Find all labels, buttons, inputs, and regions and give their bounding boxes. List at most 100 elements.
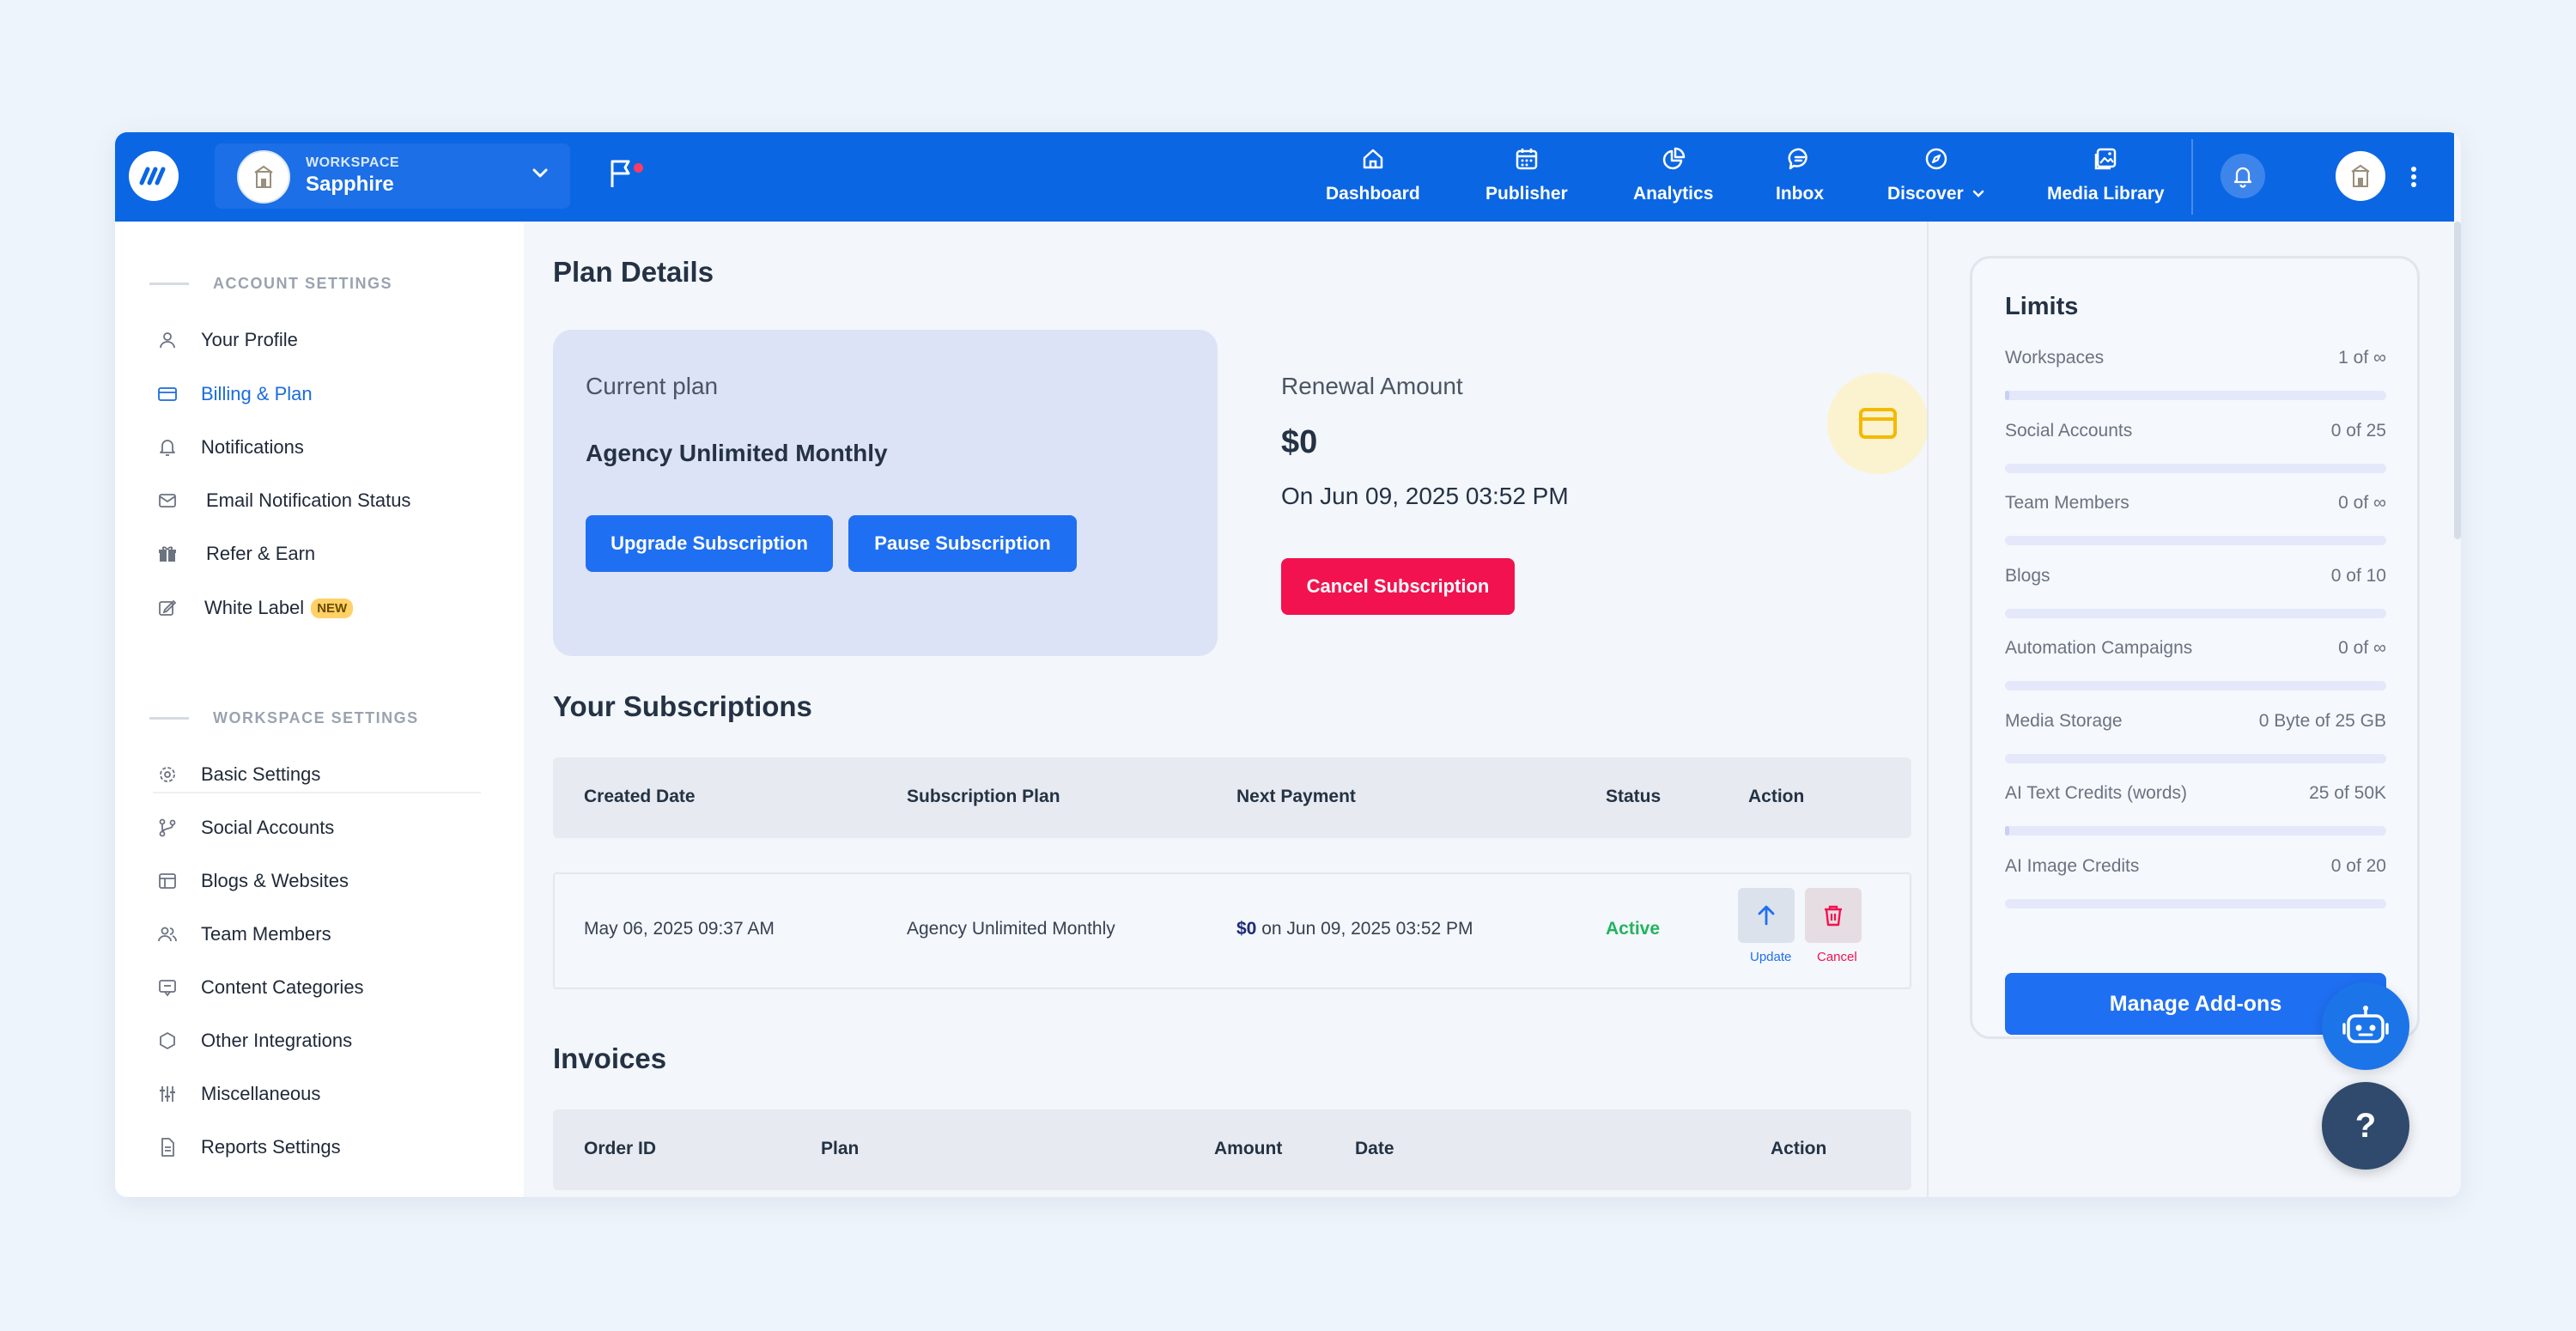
limit-value: 0 of 10	[2330, 565, 2386, 586]
bell-icon	[160, 440, 175, 456]
sidebar-item-label: Your Profile	[201, 329, 298, 350]
limit-value: 25 of 50K	[2309, 783, 2386, 803]
layout-icon	[159, 873, 176, 889]
renewal-amount-value: $0	[1281, 424, 1318, 460]
nav-publisher-label: Publisher	[1485, 184, 1568, 204]
status-badge: Active	[1606, 919, 1661, 939]
nav-dashboard[interactable]: Dashboard	[1326, 143, 1420, 215]
nav-media-library[interactable]: Media Library	[2047, 143, 2165, 215]
bell-icon	[2233, 167, 2252, 188]
sidebar-item-your-profile[interactable]: Your Profile	[155, 323, 298, 357]
sidebar-item-label: Team Members	[201, 923, 331, 945]
sliders-icon	[160, 1086, 175, 1102]
next-payment-date: on Jun 09, 2025 03:52 PM	[1261, 919, 1473, 939]
sidebar-item-team-members[interactable]: Team Members	[155, 917, 331, 951]
user-avatar[interactable]	[2336, 151, 2385, 201]
limit-row: Automation Campaigns 0 of ∞	[2005, 638, 2386, 690]
limit-name: Team Members	[2005, 493, 2129, 513]
limit-row: Blogs 0 of 10	[2005, 565, 2386, 618]
sidebar-item-reports-settings[interactable]: Reports Settings	[155, 1130, 341, 1164]
column-header: Date	[1355, 1139, 1394, 1158]
limits-card: Limits Workspaces 1 of ∞ Social Accounts 0 …	[1970, 256, 2420, 1039]
sidebar-item-miscellaneous[interactable]: Miscellaneous	[155, 1077, 320, 1111]
limit-value: 0 Byte of 25 GB	[2258, 710, 2386, 731]
sidebar-item-label: Social Accounts	[201, 817, 335, 838]
sidebar-item-label: Email Notification Status	[206, 489, 411, 511]
app-window: WORKSPACE Sapphire Dashboard Publisher A…	[115, 132, 2461, 1197]
top-navigation-bar: WORKSPACE Sapphire Dashboard Publisher A…	[115, 132, 2454, 222]
limit-value: 0 of 20	[2330, 855, 2386, 876]
workspace-name: Sapphire	[306, 173, 394, 196]
limit-value: 1 of ∞	[2338, 348, 2386, 368]
sidebar-item-label: Reports Settings	[201, 1136, 341, 1158]
limit-progress-bar	[2005, 826, 2386, 836]
nav-discover-label: Discover	[1887, 184, 1964, 204]
chevron-down-icon	[532, 168, 548, 178]
upgrade-subscription-button[interactable]: Upgrade Subscription	[586, 515, 833, 572]
sidebar-item-billing-plan[interactable]: Billing & Plan	[155, 377, 313, 411]
nav-dashboard-label: Dashboard	[1326, 184, 1420, 204]
image-gallery-icon	[2095, 148, 2117, 170]
sidebar-item-label: Refer & Earn	[206, 543, 316, 564]
sidebar-item-basic-settings[interactable]: Basic Settings	[155, 757, 320, 792]
limit-value: 0 of 25	[2330, 420, 2386, 441]
ai-assistant-button[interactable]	[2322, 982, 2409, 1070]
sidebar-item-refer-earn[interactable]: Refer & Earn	[155, 537, 315, 571]
file-text-icon	[161, 1138, 174, 1157]
pie-chart-icon	[1662, 147, 1685, 170]
limit-progress-fill	[2005, 826, 2010, 836]
more-vertical-icon[interactable]	[2409, 165, 2418, 189]
flag-icon[interactable]	[608, 158, 634, 189]
notifications-button[interactable]	[2221, 154, 2265, 198]
current-plan-card: Current plan Agency Unlimited Monthly Up…	[553, 330, 1218, 656]
created-date-cell: May 06, 2025 09:37 AM	[584, 919, 775, 939]
sidebar-item-content-categories[interactable]: Content Categories	[155, 970, 364, 1005]
nav-inbox-label: Inbox	[1776, 184, 1824, 204]
update-subscription-button[interactable]	[1738, 888, 1795, 943]
nav-analytics-label: Analytics	[1633, 184, 1714, 204]
current-plan-name: Agency Unlimited Monthly	[586, 440, 888, 466]
main-content: Plan Details Current plan Agency Unlimit…	[524, 222, 1929, 1197]
scrollbar-thumb[interactable]	[2454, 222, 2461, 539]
cancel-row-button[interactable]	[1805, 888, 1862, 943]
workspace-selector[interactable]: WORKSPACE Sapphire	[215, 143, 570, 209]
column-header: Action	[1771, 1139, 1827, 1158]
sidebar-item-other-integrations[interactable]: Other Integrations	[155, 1024, 352, 1058]
sidebar-item-blogs-websites[interactable]: Blogs & Websites	[155, 864, 349, 898]
limit-row: Team Members 0 of ∞	[2005, 493, 2386, 545]
nav-analytics[interactable]: Analytics	[1633, 143, 1713, 215]
invoices-table-header: Order ID Plan Amount Date Action	[553, 1109, 1911, 1190]
your-subscriptions-title: Your Subscriptions	[553, 690, 812, 722]
robot-icon	[2342, 1006, 2389, 1043]
sidebar-item-label: Miscellaneous	[201, 1083, 321, 1104]
sidebar-item-notifications[interactable]: Notifications	[155, 430, 304, 465]
pause-subscription-button[interactable]: Pause Subscription	[848, 515, 1077, 572]
sidebar-item-social-accounts[interactable]: Social Accounts	[155, 811, 334, 845]
users-icon	[158, 927, 177, 942]
branch-icon	[159, 818, 176, 837]
limit-row: Social Accounts 0 of 25	[2005, 420, 2386, 473]
limit-name: Social Accounts	[2005, 420, 2133, 441]
nav-discover[interactable]: Discover	[1887, 143, 1986, 215]
limit-name: Blogs	[2005, 565, 2050, 586]
next-payment-amount: $0	[1236, 919, 1257, 939]
cancel-subscription-button[interactable]: Cancel Subscription	[1281, 558, 1515, 615]
sidebar-item-label: Content Categories	[201, 976, 364, 998]
chat-icon	[1788, 148, 1807, 170]
credit-card-icon	[158, 387, 177, 401]
limit-name: Automation Campaigns	[2005, 638, 2193, 658]
limit-row: AI Text Credits (words) 25 of 50K	[2005, 783, 2386, 836]
table-row: May 06, 2025 09:37 AM Agency Unlimited M…	[553, 872, 1911, 989]
sidebar-item-email-notification-status[interactable]: Email Notification Status	[155, 483, 410, 518]
limit-name: AI Image Credits	[2005, 855, 2140, 876]
sidebar-item-white-label[interactable]: White Label NEW	[155, 591, 354, 625]
plan-cell: Agency Unlimited Monthly	[907, 919, 1115, 939]
app-logo[interactable]	[129, 151, 179, 201]
nav-publisher[interactable]: Publisher	[1485, 143, 1568, 215]
arrow-up-icon	[1758, 905, 1775, 926]
credit-card-icon	[1859, 408, 1897, 439]
nav-inbox[interactable]: Inbox	[1776, 143, 1824, 215]
help-button[interactable]: ?	[2322, 1082, 2409, 1170]
update-label: Update	[1750, 950, 1792, 964]
sidebar-item-label: Basic Settings	[201, 763, 321, 785]
